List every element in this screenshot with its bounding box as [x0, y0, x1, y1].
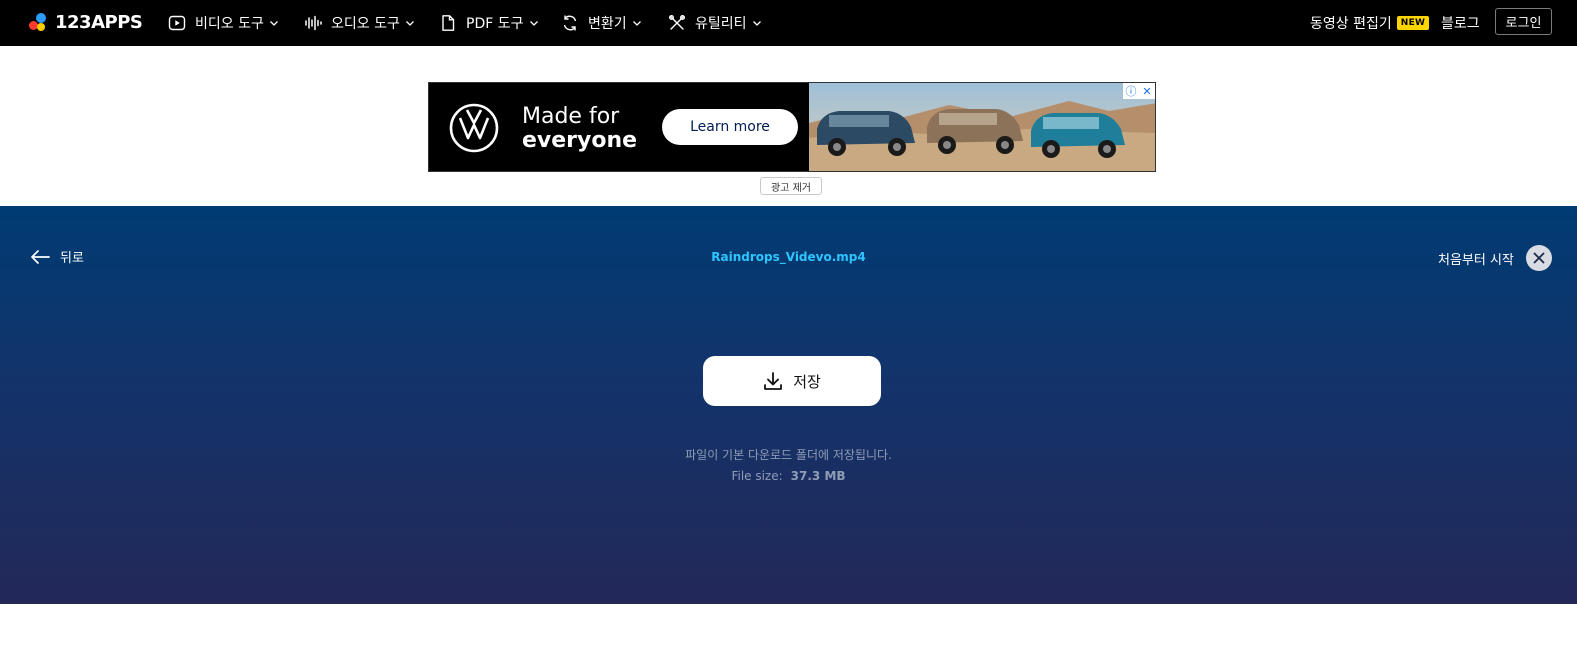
nav-video-editor[interactable]: 동영상 편집기 NEW — [1310, 0, 1430, 46]
ad-cars-image — [809, 83, 1155, 171]
nav-blog[interactable]: 블로그 — [1441, 0, 1480, 46]
login-button[interactable]: 로그인 — [1495, 8, 1552, 35]
start-over-link[interactable]: 처음부터 시작 — [1438, 249, 1514, 268]
file-size-info: File size: 37.3 MB — [0, 469, 1577, 483]
play-icon — [168, 14, 186, 32]
close-icon[interactable]: ✕ — [1139, 83, 1155, 99]
chevron-down-icon — [632, 18, 642, 28]
brand-name: 123APPS — [55, 11, 143, 33]
chevron-down-icon — [752, 18, 762, 28]
result-panel: 뒤로 Raindrops_Videvo.mp4 처음부터 시작 저장 파일이 기… — [0, 206, 1577, 604]
nav-converters[interactable]: 변환기 — [561, 0, 642, 46]
new-badge: NEW — [1396, 16, 1430, 30]
nav-pdf-tools[interactable]: PDF 도구 — [439, 0, 539, 46]
close-icon — [1533, 252, 1545, 264]
nav-video-tools[interactable]: 비디오 도구 — [168, 0, 279, 46]
ad-headline-line2: everyone — [522, 128, 638, 153]
chevron-down-icon — [405, 18, 415, 28]
nav-utilities-label: 유틸리티 — [695, 16, 747, 32]
info-icon[interactable]: ⓘ — [1123, 83, 1139, 99]
chevron-down-icon — [529, 18, 539, 28]
file-name: Raindrops_Videvo.mp4 — [711, 250, 866, 264]
convert-icon — [561, 14, 579, 32]
nav-audio-tools-label: 오디오 도구 — [331, 16, 400, 32]
nav-video-editor-label: 동영상 편집기 — [1310, 16, 1392, 32]
file-size-label: File size: — [731, 469, 783, 483]
ad-learn-more-button[interactable]: Learn more — [662, 109, 798, 145]
waveform-icon — [304, 14, 322, 32]
chevron-down-icon — [269, 18, 279, 28]
save-label: 저장 — [793, 372, 821, 391]
tools-icon — [668, 14, 686, 32]
logo-dots-icon — [29, 12, 49, 32]
nav-pdf-tools-label: PDF 도구 — [466, 16, 524, 32]
nav-utilities[interactable]: 유틸리티 — [668, 0, 762, 46]
ad-banner[interactable]: Made for everyone Learn more ⓘ ✕ — [428, 82, 1156, 172]
top-navigation-bar: 123APPS 비디오 도구 오디오 도구 PDF 도구 변환기 유틸리티 동영… — [0, 0, 1577, 46]
nav-blog-label: 블로그 — [1441, 16, 1480, 32]
ad-headline-line1: Made for — [522, 104, 620, 129]
brand-logo[interactable]: 123APPS — [29, 10, 143, 34]
document-icon — [439, 14, 457, 32]
save-location-note: 파일이 기본 다운로드 폴더에 저장됩니다. — [685, 448, 892, 462]
save-button[interactable]: 저장 — [703, 356, 881, 406]
close-button[interactable] — [1526, 245, 1552, 271]
nav-converters-label: 변환기 — [588, 16, 627, 32]
ad-headline: Made for everyone — [522, 105, 637, 153]
vw-logo-icon — [449, 103, 499, 153]
download-icon — [764, 372, 783, 390]
nav-audio-tools[interactable]: 오디오 도구 — [304, 0, 415, 46]
nav-video-tools-label: 비디오 도구 — [195, 16, 264, 32]
file-size-value: 37.3 MB — [790, 469, 846, 483]
remove-ads-button[interactable]: 광고 제거 — [760, 177, 822, 195]
ad-choices[interactable]: ⓘ ✕ — [1123, 83, 1155, 99]
